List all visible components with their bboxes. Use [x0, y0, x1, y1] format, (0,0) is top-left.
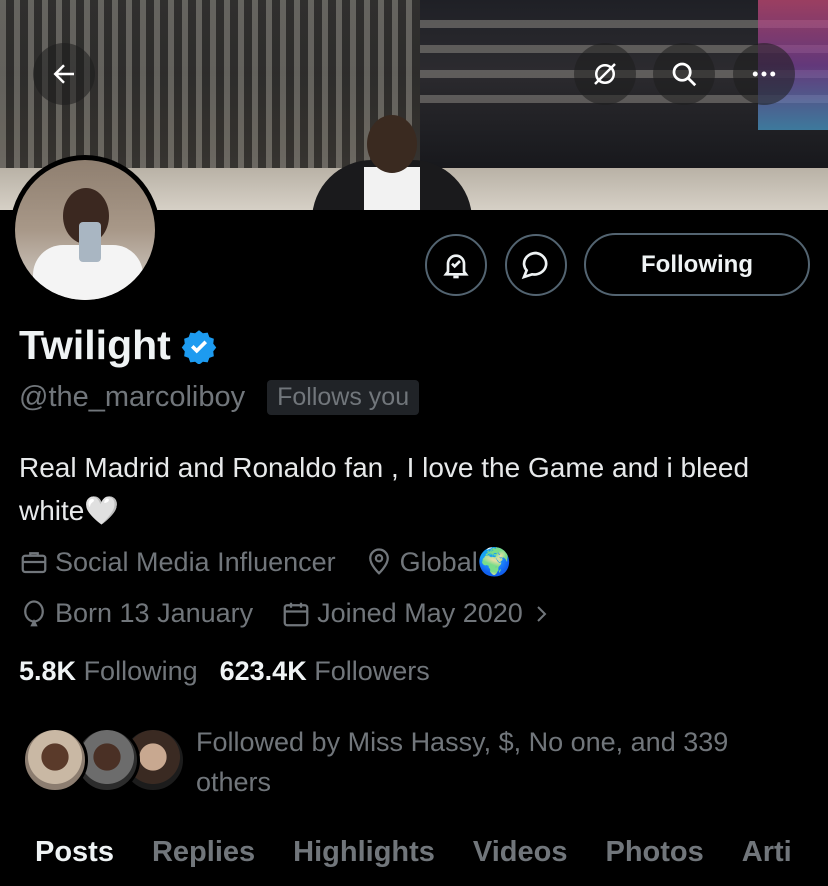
profile-category: Social Media Influencer — [55, 546, 336, 577]
chevron-right-icon — [537, 605, 547, 622]
unlink-icon — [594, 63, 616, 85]
avatar[interactable] — [10, 155, 160, 305]
search-icon — [672, 62, 697, 87]
profile-name: Twilight — [19, 322, 171, 368]
back-button[interactable] — [33, 43, 95, 105]
location-pin-icon — [368, 548, 389, 575]
more-icon — [752, 71, 776, 77]
balloon-icon — [24, 599, 44, 626]
mutual-avatars — [22, 722, 186, 793]
profile-location: Global🌍 — [399, 547, 512, 577]
message-bubble-icon — [521, 251, 548, 280]
following-button[interactable]: Following — [584, 233, 810, 296]
profile-tabs: Posts Replies Highlights Videos Photos A… — [0, 830, 828, 886]
briefcase-icon — [21, 552, 47, 574]
joined-date[interactable]: Joined May 2020 — [281, 598, 553, 629]
profile-born: Born 13 January — [55, 598, 254, 628]
banner-person — [312, 115, 472, 210]
profile-handle: @the_marcoliboy — [19, 381, 246, 413]
profile-joined: Joined May 2020 — [317, 598, 523, 628]
profile-meta-row-2: Born 13 January Joined May 2020 — [19, 598, 581, 629]
following-label: Following — [83, 656, 198, 686]
profile-meta-row-1: Social Media Influencer Global🌍 — [19, 546, 539, 578]
followed-by-section[interactable]: Followed by Miss Hassy, $, No one, and 3… — [22, 722, 728, 797]
more-button[interactable] — [733, 43, 795, 105]
arrow-left-icon — [53, 64, 74, 84]
following-count: 5.8K — [19, 656, 77, 686]
bell-check-icon — [443, 254, 469, 279]
profile-bio: Real Madrid and Ronaldo fan , I love the… — [19, 452, 750, 526]
profile-name-row: Twilight — [19, 322, 217, 369]
following-count-link[interactable]: 5.8K Following — [19, 656, 198, 687]
followers-label: Followers — [314, 656, 430, 686]
followers-count-link[interactable]: 623.4K Followers — [220, 656, 430, 687]
avatar — [22, 727, 88, 793]
handle-row: @the_marcoliboy Follows you — [19, 380, 420, 415]
calendar-icon — [283, 602, 309, 626]
tab-posts[interactable]: Posts — [0, 830, 133, 886]
tab-highlights[interactable]: Highlights — [274, 830, 454, 886]
tab-replies[interactable]: Replies — [133, 830, 274, 886]
notify-button[interactable] — [425, 234, 487, 296]
message-button[interactable] — [505, 234, 567, 296]
tab-videos[interactable]: Videos — [454, 830, 587, 886]
followers-count: 623.4K — [219, 656, 307, 686]
verified-badge-icon[interactable] — [181, 328, 217, 364]
tab-articles[interactable]: Arti — [723, 830, 811, 886]
follow-counts: 5.8K Following 623.4K Followers — [19, 656, 430, 687]
unlink-button[interactable] — [574, 43, 636, 105]
follows-you-badge: Follows you — [267, 380, 420, 415]
followed-by-text: Followed by Miss Hassy, $, No one, and 3… — [196, 727, 729, 797]
search-button[interactable] — [653, 43, 715, 105]
tab-photos[interactable]: Photos — [586, 830, 722, 886]
